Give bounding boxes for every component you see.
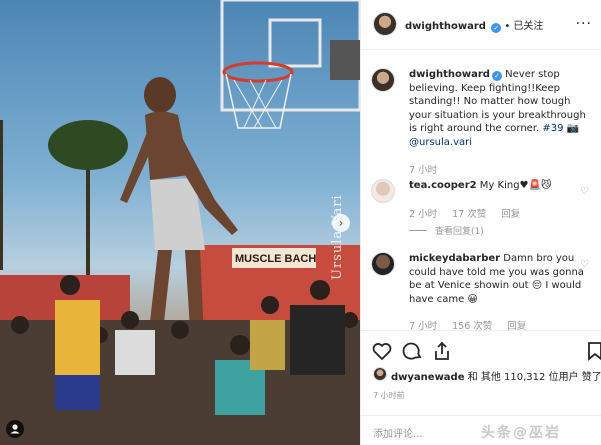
follow-status-button[interactable]: 已关注 <box>513 21 543 32</box>
corner-watermark: 头条@巫岩 <box>481 425 561 441</box>
likes-count-text[interactable]: 和 其他 110,312 位用户 赞了 <box>468 372 601 383</box>
avatar[interactable] <box>373 367 387 381</box>
bookmark-icon[interactable] <box>583 339 601 363</box>
caption-body: dwighthoward ✓ Never stop believing. Keep… <box>409 68 589 149</box>
avatar[interactable] <box>371 179 395 203</box>
header-username[interactable]: dwighthoward <box>405 21 486 32</box>
comment-time[interactable]: 2 小时 <box>409 209 437 220</box>
view-replies-button[interactable]: 查看回复(1) <box>409 224 484 237</box>
hashtag-link[interactable]: #39 <box>542 123 563 134</box>
verified-badge-icon: ✓ <box>491 23 502 33</box>
more-horizontal-icon[interactable]: ··· <box>576 16 592 32</box>
caption-username[interactable]: dwighthoward <box>409 69 490 80</box>
share-icon[interactable] <box>430 339 454 363</box>
photo-scene: MUSCLE BACH <box>0 0 360 445</box>
post-photo[interactable]: MUSCLE BACH Ursula Vari › <box>0 0 360 445</box>
post-actions <box>361 330 601 370</box>
comment-body: mickeydabarber Damn bro you could have t… <box>409 252 589 306</box>
likes-username[interactable]: dwyanewade <box>391 372 465 383</box>
avatar[interactable] <box>371 68 395 92</box>
tagged-users-button[interactable] <box>6 420 24 438</box>
comment-bubble-icon[interactable] <box>400 339 424 363</box>
comment-meta: 2 小时 17 次赞 回复 <box>409 206 532 220</box>
reply-button[interactable]: 回复 <box>501 209 520 220</box>
next-image-button[interactable]: › <box>332 214 350 232</box>
caption-time[interactable]: 7 小时 <box>409 165 437 176</box>
chevron-right-icon: › <box>338 216 344 230</box>
heart-icon[interactable] <box>370 339 394 363</box>
camera-emoji: 📷 <box>566 123 580 134</box>
mention-link[interactable]: @ursula.vari <box>409 137 472 148</box>
add-comment-bar[interactable]: 添加评论... 头条@巫岩 <box>361 415 601 445</box>
verified-badge-icon: ✓ <box>491 71 502 81</box>
user-icon <box>10 424 20 434</box>
comment-username[interactable]: tea.cooper2 <box>409 180 477 191</box>
avatar[interactable] <box>371 252 395 276</box>
comment-like-heart-icon[interactable]: ♡ <box>580 187 590 197</box>
comment-like-heart-icon[interactable]: ♡ <box>580 260 590 270</box>
comment-body: tea.cooper2 My King♥🚨😼 <box>409 179 589 193</box>
likes-summary: dwyanewade 和 其他 110,312 位用户 赞了 <box>361 365 601 385</box>
post-side-panel: dwighthoward ✓ • 已关注 ··· dwighthoward ✓ N… <box>360 0 601 445</box>
header-separator: • <box>504 21 511 32</box>
avatar[interactable] <box>373 12 397 36</box>
likes-text: dwyanewade 和 其他 110,312 位用户 赞了 <box>391 368 601 383</box>
comment-username[interactable]: mickeydabarber <box>409 253 500 264</box>
comment-text: My King♥🚨😼 <box>479 180 552 191</box>
add-comment-input[interactable]: 添加评论... <box>373 425 423 440</box>
post-timestamp: 7 小时前 <box>373 391 405 400</box>
header-user-line: dwighthoward ✓ • 已关注 <box>405 17 543 33</box>
caption-meta: 7 小时 <box>409 162 449 176</box>
post-header: dwighthoward ✓ • 已关注 ··· <box>361 0 601 50</box>
sign-text: MUSCLE BACH <box>235 253 316 265</box>
comment-likes[interactable]: 17 次赞 <box>452 209 486 220</box>
